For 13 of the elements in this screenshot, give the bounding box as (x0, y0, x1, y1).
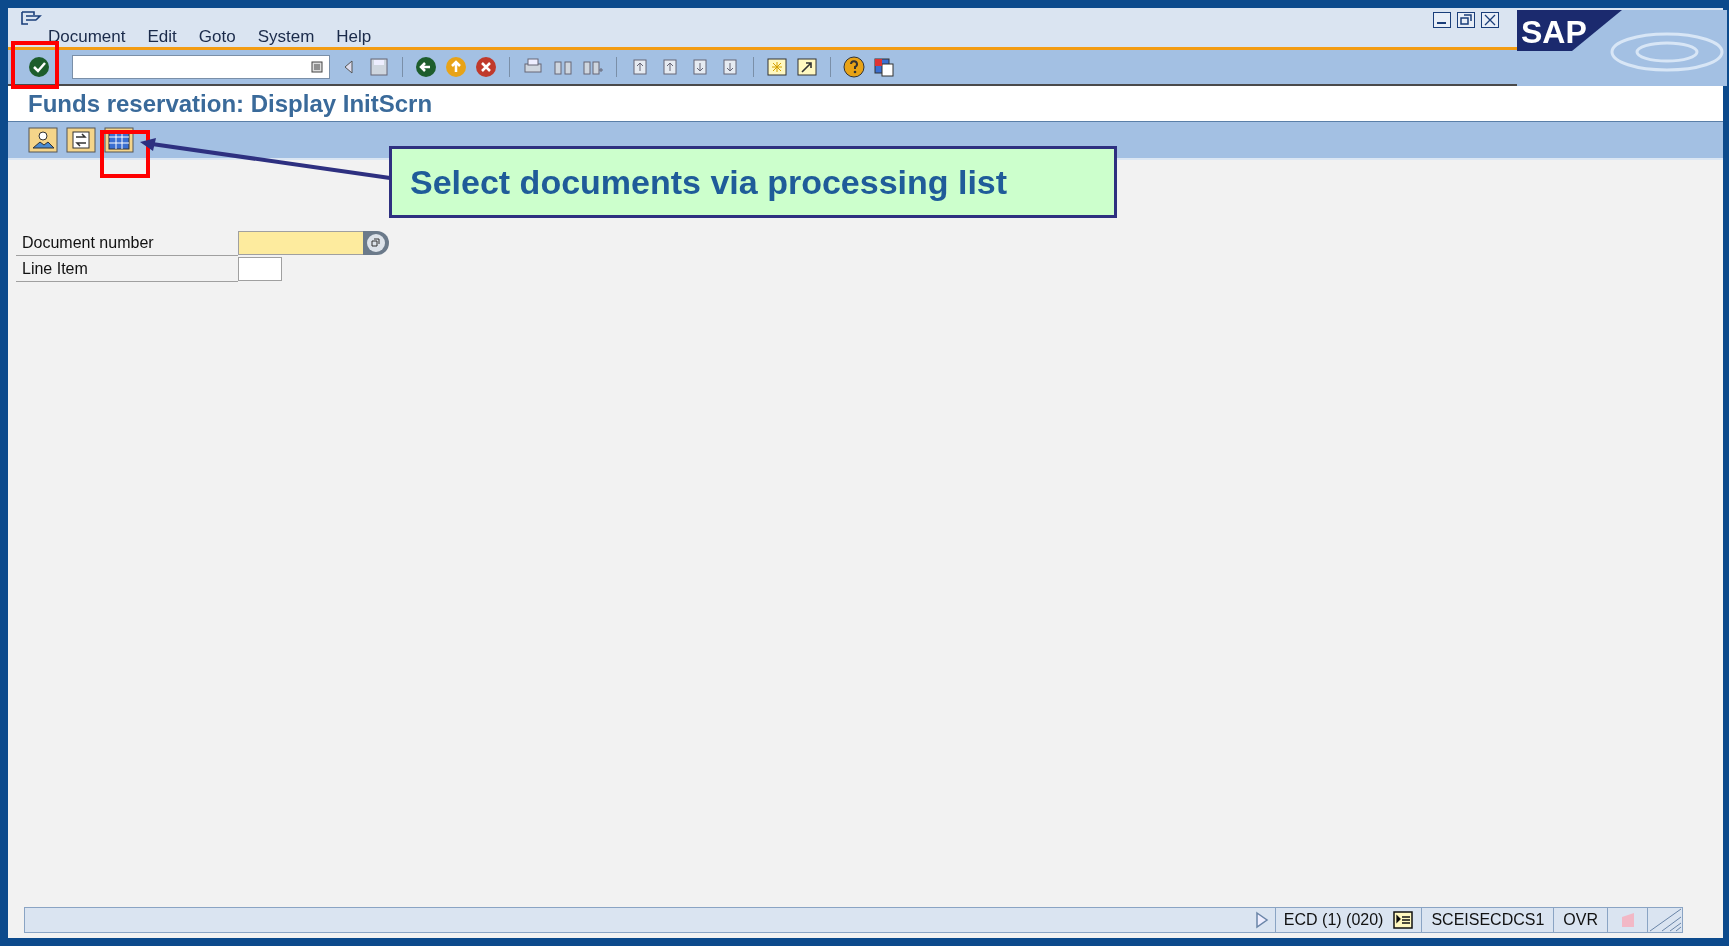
logo-drawing: SAP (1517, 10, 1727, 86)
screen-title: Funds reservation: Display InitScrn (28, 88, 433, 119)
menu-item[interactable]: Document (48, 27, 126, 47)
menu-item[interactable]: Help (336, 27, 372, 47)
insert-mode: OVR (1554, 908, 1608, 932)
system-info: ECD (1) (020) (1283, 910, 1384, 930)
menu-item[interactable]: Edit (147, 27, 177, 47)
menu-item[interactable]: System (257, 27, 315, 47)
callout-text: Select documents via processing list (410, 161, 1008, 203)
field-label: Document number (16, 230, 238, 256)
server-name: SCEISECDCS1 (1422, 908, 1555, 932)
menu-item[interactable]: Goto (198, 27, 236, 47)
field-label: Line Item (16, 256, 238, 282)
